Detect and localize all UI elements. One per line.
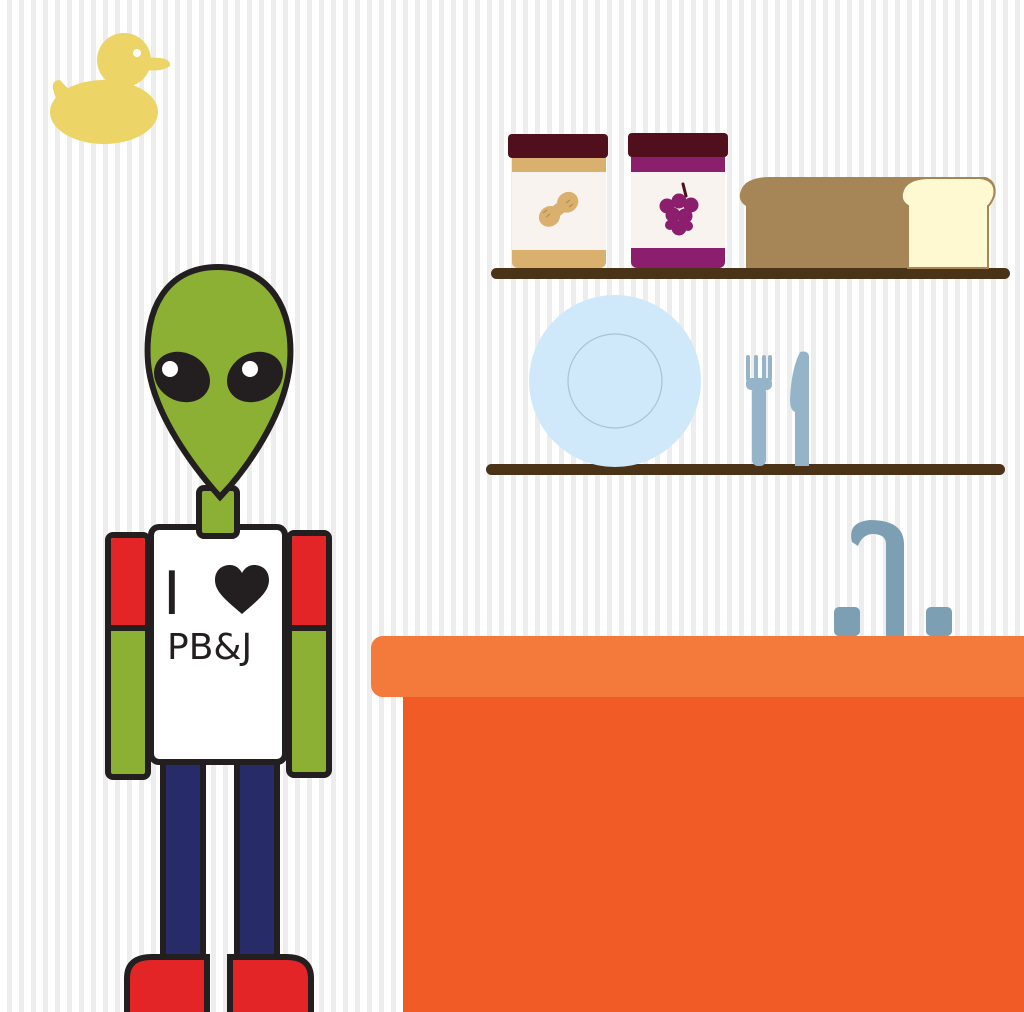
bottom-shelf: [486, 464, 1005, 475]
scene-canvas: I PB&J: [50, 33, 1024, 1012]
bread-loaf[interactable]: [739, 177, 996, 269]
fork-icon[interactable]: [746, 355, 772, 466]
duck-icon[interactable]: [50, 33, 171, 144]
alien-character[interactable]: I PB&J: [105, 263, 332, 1012]
left-arm: [105, 532, 151, 780]
right-arm: [286, 530, 332, 778]
left-shoe: [124, 954, 210, 1012]
knife-icon[interactable]: [790, 351, 809, 467]
counter-top: [371, 636, 1024, 697]
right-shoe: [227, 954, 314, 1012]
left-leg: [160, 752, 206, 970]
kitchen-counter[interactable]: [371, 636, 1024, 1012]
plate[interactable]: [529, 295, 701, 467]
kitchen-scene: I PB&J: [0, 0, 1024, 1012]
right-leg: [234, 752, 280, 970]
top-shelf: [491, 268, 1010, 279]
faucet-icon[interactable]: [834, 520, 952, 640]
jelly-jar[interactable]: [628, 133, 728, 268]
shirt-text-pbj: PB&J: [167, 627, 252, 668]
peanut-butter-jar[interactable]: [508, 134, 608, 268]
shirt-text-i: I: [163, 559, 181, 629]
